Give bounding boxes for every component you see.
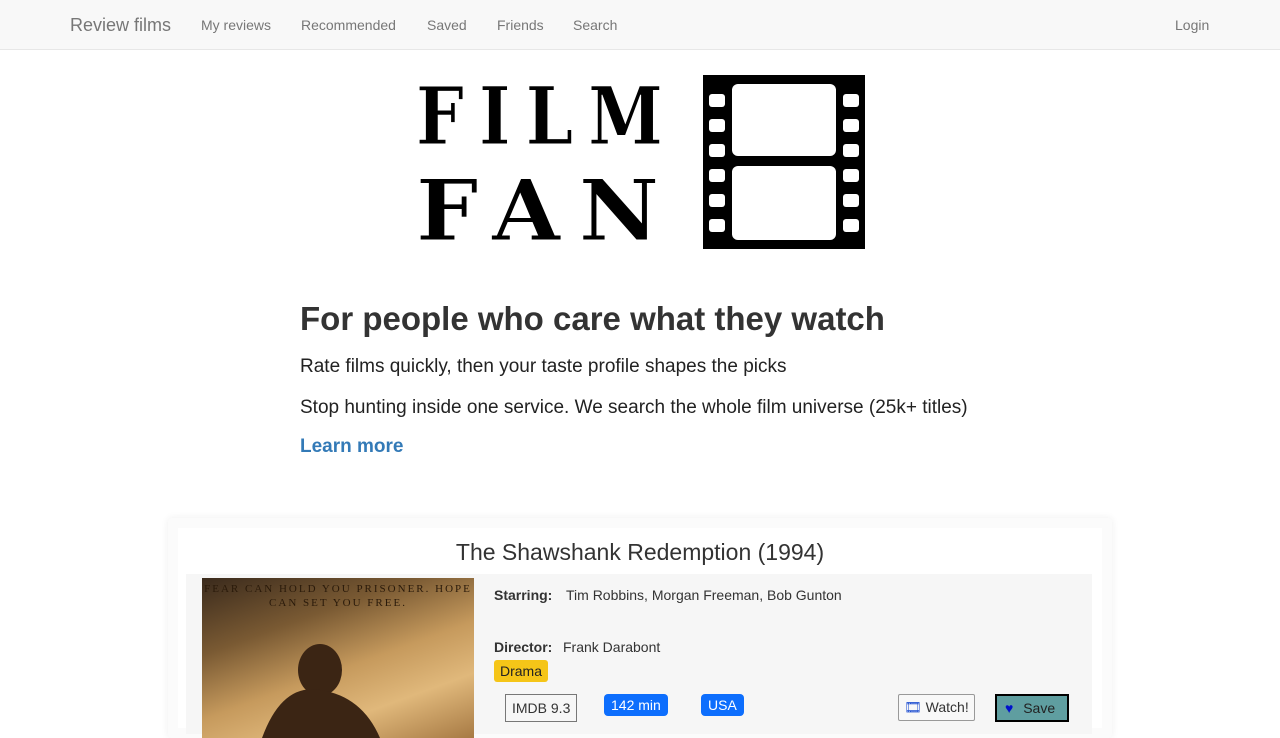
logo-text-film: FILM: [416, 74, 678, 163]
heart-icon: ♥: [1005, 700, 1014, 716]
hero-tagline-rate: Rate films quickly, then your taste prof…: [300, 356, 787, 377]
hero-section: For people who care what they watch Rate…: [300, 300, 1060, 457]
nav-friends[interactable]: Friends: [497, 17, 544, 33]
film-icon: 🎞: [904, 699, 922, 715]
save-label: Save: [1023, 700, 1056, 716]
director-value: Frank Darabont: [563, 639, 661, 655]
watch-button[interactable]: 🎞 Watch!: [898, 694, 975, 721]
genre-badge: Drama: [494, 660, 549, 682]
film-fan-logo: FILM FAN: [416, 74, 865, 250]
starring-label: Starring:: [494, 587, 553, 603]
country-badge: USA: [701, 694, 744, 716]
film-poster[interactable]: FEAR CAN HOLD YOU PRISONER. HOPE CAN SET…: [202, 578, 474, 738]
film-card: The Shawshank Redemption (1994) FEAR CAN…: [178, 528, 1102, 738]
watch-label: Watch!: [925, 699, 969, 715]
poster-figure: [262, 644, 380, 738]
runtime-badge: 142 min: [604, 694, 668, 716]
login-link[interactable]: Login: [1175, 17, 1209, 33]
hero-tagline-search: Stop hunting inside one service. We sear…: [300, 397, 968, 418]
brand-link[interactable]: Review films: [70, 15, 171, 36]
imdb-rating-badge: IMDB 9.3: [505, 694, 578, 722]
film-title: The Shawshank Redemption (1994): [455, 539, 825, 565]
nav-recommended[interactable]: Recommended: [301, 17, 396, 33]
learn-more-link[interactable]: Learn more: [300, 436, 403, 458]
director-label: Director:: [494, 639, 553, 655]
nav-search[interactable]: Search: [573, 17, 617, 33]
nav-saved[interactable]: Saved: [427, 17, 467, 33]
film-strip-icon: [703, 75, 865, 249]
film-details-panel: FEAR CAN HOLD YOU PRISONER. HOPE CAN SET…: [186, 574, 1092, 738]
nav-my-reviews[interactable]: My reviews: [201, 17, 271, 33]
logo-text-fan: FAN: [416, 161, 678, 250]
top-navbar: Review films My reviews Recommended Save…: [0, 0, 1280, 50]
starring-value: Tim Robbins, Morgan Freeman, Bob Gunton: [566, 587, 842, 603]
save-button[interactable]: ♥ Save: [995, 694, 1070, 722]
hero-title: For people who care what they watch: [300, 300, 885, 337]
